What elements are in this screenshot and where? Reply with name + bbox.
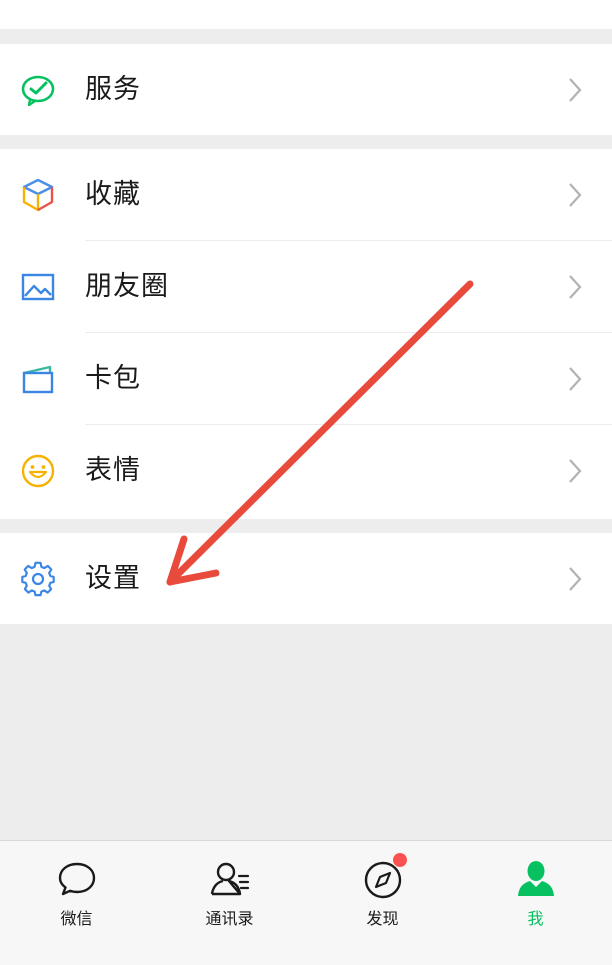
menu-item-service[interactable]: 服务: [0, 44, 612, 135]
menu-item-favorites[interactable]: 收藏: [0, 149, 612, 241]
tab-contacts-label: 通讯录: [205, 909, 254, 928]
tab-me-label: 我: [527, 909, 544, 928]
menu-item-service-label: 服务: [85, 74, 141, 105]
menu-item-favorites-label: 收藏: [85, 179, 141, 210]
menu-item-settings-label: 设置: [85, 563, 141, 594]
service-group: 服务: [0, 44, 612, 135]
settings-group: 设置: [0, 533, 612, 624]
menu-item-cards-label: 卡包: [85, 363, 141, 394]
menu-item-moments[interactable]: 朋友圈: [0, 241, 612, 333]
tab-contacts[interactable]: 通讯录: [153, 841, 306, 965]
menu-item-stickers-label: 表情: [85, 455, 141, 486]
menu-item-moments-label: 朋友圈: [85, 271, 169, 302]
menu-item-stickers[interactable]: 表情: [0, 425, 612, 517]
smiley-icon: [20, 453, 56, 489]
wechat-pay-icon: [20, 72, 56, 108]
tab-me[interactable]: 我: [459, 841, 612, 965]
contacts-icon: [210, 859, 250, 899]
tab-chats[interactable]: 微信: [0, 841, 153, 965]
chat-bubble-icon: [57, 859, 97, 899]
chevron-right-icon: [568, 182, 582, 208]
chevron-right-icon: [568, 366, 582, 392]
chevron-right-icon: [568, 274, 582, 300]
card-wallet-icon: [20, 361, 56, 397]
top-card-remnant: [0, 0, 612, 29]
menu-item-cards[interactable]: 卡包: [0, 333, 612, 425]
tab-discover[interactable]: 发现: [306, 841, 459, 965]
chevron-right-icon: [568, 77, 582, 103]
menu-item-settings[interactable]: 设置: [0, 533, 612, 624]
image-icon: [20, 269, 56, 305]
gear-icon: [20, 561, 56, 597]
chevron-right-icon: [568, 458, 582, 484]
tab-discover-label: 发现: [366, 909, 399, 928]
chevron-right-icon: [568, 566, 582, 592]
bottom-tab-bar: 微信 通讯录 发现 我: [0, 840, 612, 965]
cube-icon: [20, 177, 56, 213]
content-group: 收藏 朋友圈 卡包 表情: [0, 149, 612, 519]
person-icon: [516, 859, 556, 899]
tab-chats-label: 微信: [60, 909, 93, 928]
notification-dot: [392, 853, 407, 867]
